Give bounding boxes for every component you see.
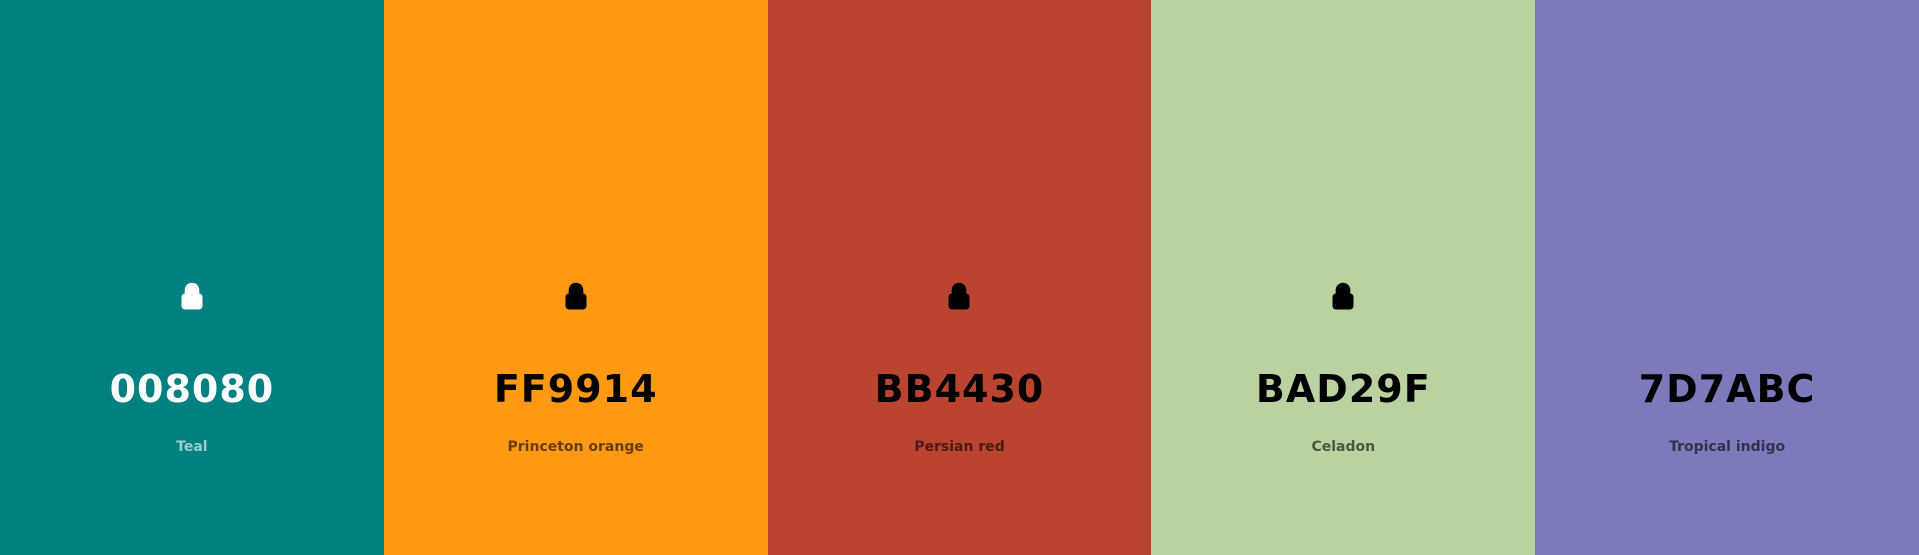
- hex-code[interactable]: FF9914: [384, 367, 768, 411]
- swatch-persian-red[interactable]: BB4430 Persian red: [767, 0, 1152, 555]
- color-name[interactable]: Tropical indigo: [1535, 439, 1919, 455]
- color-name[interactable]: Persian red: [768, 439, 1152, 455]
- color-palette: 008080 Teal FF9914 Princeton orange BB44…: [0, 0, 1919, 555]
- swatch-tropical-indigo[interactable]: 7D7ABC Tropical indigo: [1535, 0, 1919, 555]
- color-name[interactable]: Celadon: [1151, 439, 1535, 455]
- lock-icon[interactable]: [947, 282, 971, 310]
- hex-code[interactable]: BAD29F: [1151, 367, 1535, 411]
- lock-icon[interactable]: [564, 282, 588, 310]
- swatch-teal[interactable]: 008080 Teal: [0, 0, 384, 555]
- hex-code[interactable]: BB4430: [768, 367, 1152, 411]
- swatch-princeton-orange[interactable]: FF9914 Princeton orange: [383, 0, 768, 555]
- lock-icon[interactable]: [180, 282, 204, 310]
- hex-code[interactable]: 7D7ABC: [1535, 367, 1919, 411]
- hex-code[interactable]: 008080: [0, 367, 384, 411]
- color-name[interactable]: Princeton orange: [384, 439, 768, 455]
- color-name[interactable]: Teal: [0, 439, 384, 455]
- swatch-celadon[interactable]: BAD29F Celadon: [1151, 0, 1536, 555]
- lock-icon[interactable]: [1331, 282, 1355, 310]
